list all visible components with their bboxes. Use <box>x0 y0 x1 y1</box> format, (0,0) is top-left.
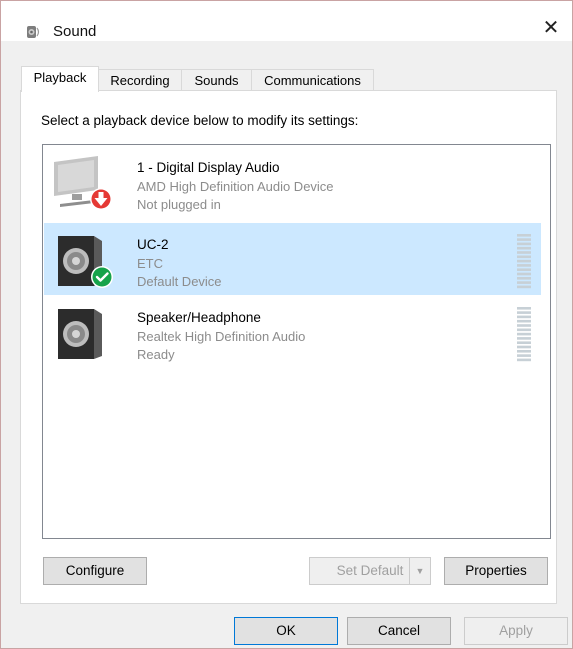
ok-button[interactable]: OK <box>234 617 338 645</box>
device-description: AMD High Definition Audio Device <box>137 179 334 194</box>
meter-segment <box>517 328 531 332</box>
playback-panel: Select a playback device below to modify… <box>20 90 557 604</box>
tab-sounds[interactable]: Sounds <box>181 69 252 91</box>
meter-segment <box>517 272 531 276</box>
monitor-icon <box>54 156 112 210</box>
meter-segment <box>517 259 531 263</box>
device-description: Realtek High Definition Audio <box>137 329 306 344</box>
speaker-small-icon <box>27 26 40 38</box>
device-list[interactable]: 1 - Digital Display Audio AMD High Defin… <box>42 144 551 539</box>
meter-segment <box>517 242 531 246</box>
meter-segment <box>517 319 531 323</box>
meter-segment <box>517 238 531 241</box>
green-check-icon <box>92 267 112 287</box>
volume-meter <box>517 234 531 289</box>
device-status: Not plugged in <box>137 197 221 212</box>
tab-recording[interactable]: Recording <box>98 69 182 91</box>
window-title: Sound <box>53 23 97 40</box>
meter-segment <box>517 315 531 319</box>
configure-button[interactable]: Configure <box>43 557 147 585</box>
speaker-icon <box>58 236 113 288</box>
meter-segment <box>517 307 531 310</box>
meter-segment <box>517 251 531 254</box>
meter-segment <box>517 341 531 344</box>
close-button[interactable]: ✕ <box>536 15 566 41</box>
meter-segment <box>517 255 531 259</box>
volume-meter <box>517 307 531 362</box>
meter-segment <box>517 285 531 289</box>
meter-segment <box>517 268 531 271</box>
device-row-speaker-headphone[interactable]: Speaker/Headphone Realtek High Definitio… <box>44 296 541 368</box>
set-default-label: Set Default <box>336 563 404 578</box>
device-name: 1 - Digital Display Audio <box>137 160 280 175</box>
device-name: Speaker/Headphone <box>137 310 261 325</box>
device-status: Ready <box>137 347 175 362</box>
meter-segment <box>517 332 531 336</box>
meter-segment <box>517 277 531 280</box>
instruction-text: Select a playback device below to modify… <box>41 113 359 128</box>
meter-segment <box>517 350 531 353</box>
sound-dialog: Sound ✕ Playback Recording Sounds Commun… <box>0 0 573 649</box>
speaker-icon <box>58 309 102 359</box>
tab-playback[interactable]: Playback <box>21 66 99 92</box>
device-description: ETC <box>137 256 163 271</box>
meter-segment <box>517 358 531 362</box>
meter-segment <box>517 246 531 250</box>
meter-segment <box>517 311 531 314</box>
meter-segment <box>517 264 531 267</box>
set-default-button[interactable]: Set Default ▼ <box>309 557 431 585</box>
chevron-down-icon[interactable]: ▼ <box>409 558 430 584</box>
device-name: UC-2 <box>137 237 169 252</box>
tab-communications[interactable]: Communications <box>251 69 374 91</box>
properties-button[interactable]: Properties <box>444 557 548 585</box>
meter-segment <box>517 324 531 327</box>
cancel-button[interactable]: Cancel <box>347 617 451 645</box>
apply-button[interactable]: Apply <box>464 617 568 645</box>
device-status: Default Device <box>137 274 222 289</box>
meter-segment <box>517 234 531 237</box>
meter-segment <box>517 281 531 284</box>
device-row-uc2[interactable]: UC-2 ETC Default Device <box>44 223 541 295</box>
meter-segment <box>517 345 531 349</box>
device-row-digital-display[interactable]: 1 - Digital Display Audio AMD High Defin… <box>44 146 541 218</box>
title-bar: Sound ✕ <box>1 1 572 41</box>
meter-segment <box>517 337 531 340</box>
meter-segment <box>517 354 531 357</box>
